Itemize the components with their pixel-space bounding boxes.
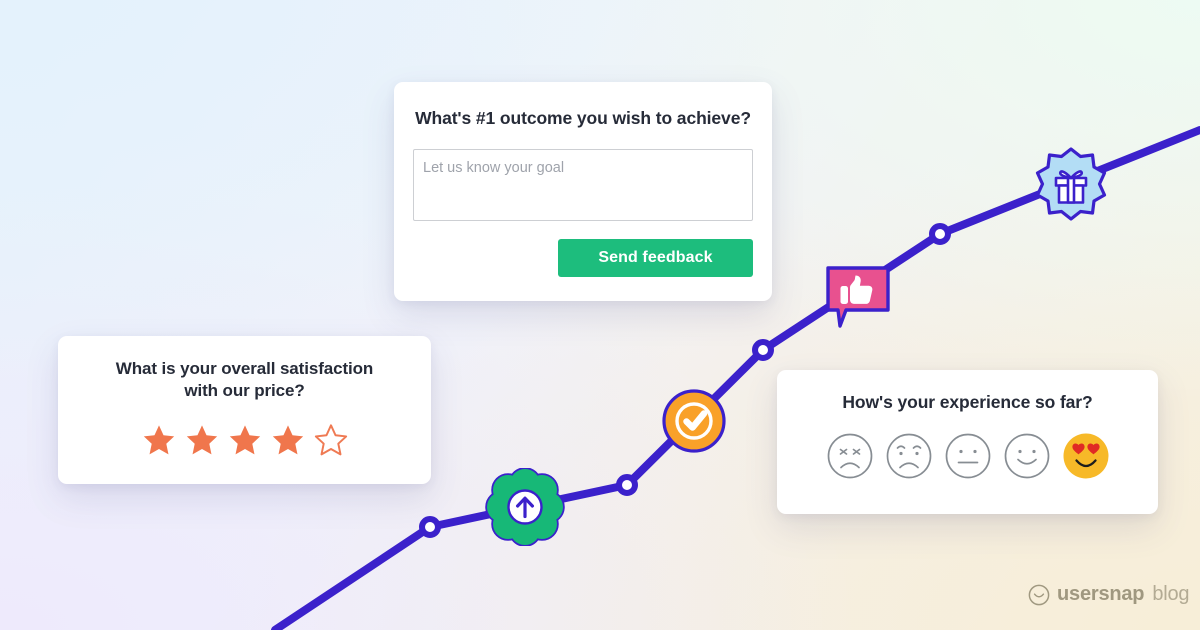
- badge-thumbs-up[interactable]: [820, 260, 896, 332]
- emoji-bad-icon[interactable]: [884, 431, 934, 481]
- star-5-empty[interactable]: [313, 423, 349, 458]
- stars-card-title-line2: with our price?: [184, 380, 305, 400]
- star-2-filled[interactable]: [184, 423, 220, 458]
- goal-input[interactable]: [413, 149, 753, 221]
- emoji-rating-group: [777, 431, 1158, 481]
- usersnap-blog-logo[interactable]: usersnap blog: [1028, 583, 1190, 606]
- journey-node-1: [419, 516, 441, 538]
- star-4-filled[interactable]: [270, 423, 306, 458]
- send-feedback-button[interactable]: Send feedback: [558, 239, 753, 277]
- badge-check[interactable]: [660, 387, 728, 455]
- illustration-canvas: What's #1 outcome you wish to achieve? S…: [0, 0, 1200, 630]
- emoji-great-icon[interactable]: [1061, 431, 1111, 481]
- experience-rating-card: How's your experience so far?: [777, 370, 1158, 514]
- stars-card-title-line1: What is your overall satisfaction: [115, 359, 374, 378]
- emoji-card-title: How's your experience so far?: [842, 392, 1093, 412]
- stars-card-title: What is your overall satisfaction with o…: [58, 358, 431, 402]
- emoji-neutral-icon[interactable]: [943, 431, 993, 481]
- emoji-good-icon[interactable]: [1002, 431, 1052, 481]
- star-3-filled[interactable]: [227, 423, 263, 458]
- journey-node-3: [752, 339, 774, 361]
- journey-node-4: [929, 223, 951, 245]
- emoji-awful-icon[interactable]: [825, 431, 875, 481]
- star-rating-group: [58, 423, 431, 458]
- arrow-up-icon: [507, 489, 543, 525]
- smiley-circle-icon: [1028, 584, 1050, 605]
- goal-feedback-card: What's #1 outcome you wish to achieve? S…: [394, 82, 772, 301]
- badge-gift[interactable]: [1030, 146, 1112, 228]
- goal-card-actions: Send feedback: [413, 239, 753, 277]
- star-1-filled[interactable]: [141, 423, 177, 458]
- badge-growth-arrow[interactable]: [485, 468, 565, 546]
- logo-wordmark: usersnap: [1057, 583, 1145, 605]
- logo-suffix: blog: [1152, 583, 1190, 605]
- journey-node-2: [616, 474, 638, 496]
- satisfaction-rating-card: What is your overall satisfaction with o…: [58, 336, 431, 484]
- goal-card-title: What's #1 outcome you wish to achieve?: [415, 108, 751, 128]
